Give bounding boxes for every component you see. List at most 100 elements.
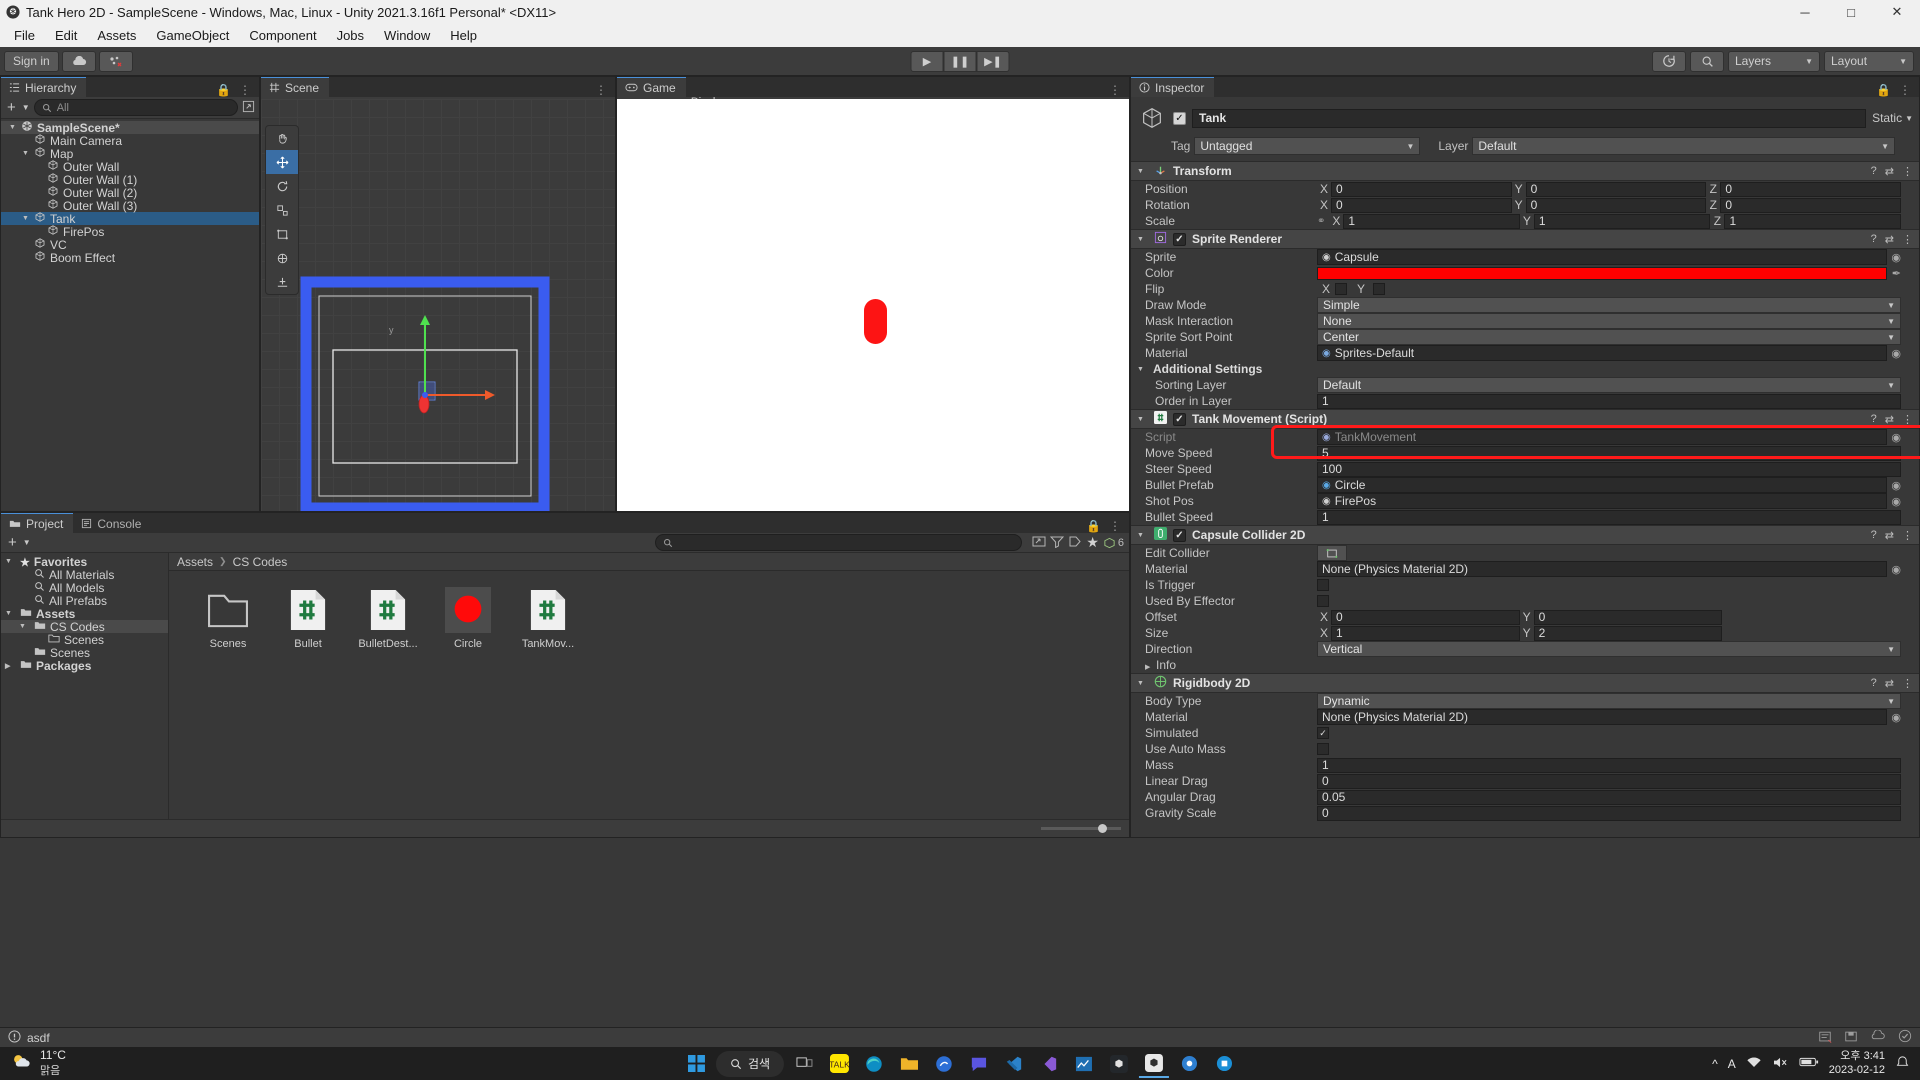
object-field[interactable]: ◉ FirePos	[1317, 493, 1888, 509]
project-tree-item-assets[interactable]: ▼ Assets	[1, 607, 168, 621]
kebab-menu-icon[interactable]: ⋮	[1109, 83, 1121, 97]
component-enabled-checkbox[interactable]: ✓	[1173, 412, 1186, 426]
create-asset-button[interactable]: +	[6, 534, 19, 551]
value-field[interactable]: 100	[1317, 461, 1901, 477]
field-x[interactable]: 0	[1331, 181, 1512, 197]
hierarchy-item-tank[interactable]: ▼ Tank	[1, 212, 259, 226]
chevron-up-icon[interactable]: ^	[1712, 1057, 1718, 1071]
cloud-icon[interactable]	[61, 50, 96, 72]
subsection-additional-settings[interactable]: ▼ Additional Settings	[1131, 361, 1919, 377]
unity-hub-icon[interactable]	[1104, 1050, 1134, 1078]
collab-icon[interactable]	[98, 50, 133, 72]
chevron-right-icon[interactable]: ▶	[5, 662, 16, 670]
move-tool-icon[interactable]	[266, 150, 298, 174]
project-tree-item-all-materials[interactable]: ▶ All Materials	[1, 568, 168, 582]
favorite-star-icon[interactable]: ★	[1086, 534, 1099, 551]
gameobject-active-checkbox[interactable]: ✓	[1173, 111, 1186, 125]
check-icon[interactable]	[1898, 1029, 1912, 1046]
kebab-menu-icon[interactable]: ⋮	[1902, 233, 1913, 246]
location-icon[interactable]	[1174, 1050, 1204, 1078]
object-picker-icon[interactable]: ◉	[1891, 563, 1901, 576]
layer-dropdown[interactable]: Default ▼	[1472, 137, 1895, 155]
vs-icon[interactable]	[1034, 1050, 1064, 1078]
chevron-down-icon[interactable]: ▼	[1137, 366, 1148, 373]
chevron-right-icon[interactable]: ▶	[35, 202, 46, 210]
dropdown-field[interactable]: Dynamic ▼	[1317, 693, 1901, 709]
field-x[interactable]: 1	[1331, 625, 1520, 641]
kebab-menu-icon[interactable]: ⋮	[595, 83, 607, 97]
chevron-right-icon[interactable]: ▶	[35, 228, 46, 236]
scene-viewport[interactable]: y	[261, 99, 615, 511]
close-button[interactable]: ✕	[1874, 0, 1920, 24]
vscode-icon[interactable]	[999, 1050, 1029, 1078]
play-button[interactable]: ▶	[910, 50, 944, 72]
hierarchy-item-outer-wall[interactable]: ▶ Outer Wall	[1, 160, 259, 174]
layers-dropdown[interactable]: Layers ▼	[1728, 50, 1820, 72]
chevron-down-icon[interactable]: ▼	[1137, 168, 1148, 175]
help-icon[interactable]: ?	[1871, 165, 1877, 178]
dropdown-field[interactable]: None ▼	[1317, 313, 1901, 329]
sign-in-button[interactable]: Sign in	[4, 50, 59, 72]
wifi-icon[interactable]	[1746, 1056, 1762, 1072]
project-tree-item-favorites[interactable]: ▼ ★ Favorites	[1, 555, 168, 569]
component-header-tank-movement-script[interactable]: ▼ ✓ Tank Movement (Script)? ⇄ ⋮	[1131, 409, 1919, 429]
preset-icon[interactable]: ⇄	[1885, 677, 1894, 690]
chevron-down-icon[interactable]: ▼	[5, 610, 16, 617]
lock-icon[interactable]: 🔒	[216, 83, 231, 97]
hierarchy-item-boom-effect[interactable]: ▶ Boom Effect	[1, 251, 259, 265]
value-field[interactable]: 0	[1317, 805, 1901, 821]
explorer-icon[interactable]	[929, 1050, 959, 1078]
gameobject-name-field[interactable]: Tank	[1192, 108, 1867, 128]
store-icon[interactable]	[1209, 1050, 1239, 1078]
field-x[interactable]: 1	[1343, 213, 1520, 229]
search-scope-icon[interactable]	[1032, 535, 1046, 551]
component-header-capsule-collider-2d[interactable]: ▼ ✓ Capsule Collider 2D? ⇄ ⋮	[1131, 525, 1919, 545]
chevron-down-icon[interactable]: ▼	[1137, 680, 1148, 687]
menu-item-edit[interactable]: Edit	[45, 26, 87, 45]
color-swatch[interactable]	[1317, 266, 1887, 280]
project-tree-item-packages[interactable]: ▶ Packages	[1, 659, 168, 673]
maximize-button[interactable]: □	[1828, 0, 1874, 24]
field-y[interactable]: 2	[1533, 625, 1723, 641]
value-field[interactable]: 1	[1317, 757, 1901, 773]
hierarchy-item-outer-wall-2[interactable]: ▶ Outer Wall (2)	[1, 186, 259, 200]
search-icon[interactable]	[1690, 50, 1724, 72]
chevron-right-icon[interactable]: ▶	[22, 254, 33, 262]
chevron-right-icon[interactable]: ▶	[1145, 663, 1156, 671]
help-icon[interactable]: ?	[1871, 677, 1877, 690]
component-enabled-checkbox[interactable]: ✓	[1173, 528, 1186, 542]
ime-icon[interactable]: A	[1728, 1057, 1736, 1071]
object-field[interactable]: ◉ TankMovement	[1317, 429, 1888, 445]
project-tree-item-all-models[interactable]: ▶ All Models	[1, 581, 168, 595]
step-button[interactable]: ▶❚	[976, 50, 1010, 72]
component-header-rigidbody-2d[interactable]: ▼ Rigidbody 2D? ⇄ ⋮	[1131, 673, 1919, 693]
filter-label-icon[interactable]	[1068, 535, 1082, 551]
flip-y-checkbox[interactable]	[1373, 283, 1385, 295]
menu-item-assets[interactable]: Assets	[87, 26, 146, 45]
preset-icon[interactable]: ⇄	[1885, 529, 1894, 542]
dropdown-field[interactable]: Default ▼	[1317, 377, 1901, 393]
object-field[interactable]: ◉ Sprites-Default	[1317, 345, 1888, 361]
kebab-menu-icon[interactable]: ⋮	[239, 83, 251, 97]
asset-item[interactable]: Scenes	[197, 587, 259, 650]
chevron-right-icon[interactable]: ▶	[19, 571, 30, 579]
tab-project[interactable]: Project	[1, 513, 74, 533]
chevron-right-icon[interactable]: ▶	[22, 241, 33, 249]
object-picker-icon[interactable]: ◉	[1891, 495, 1901, 508]
value-field[interactable]: 5	[1317, 445, 1901, 461]
kebab-menu-icon[interactable]: ⋮	[1109, 519, 1121, 533]
chevron-down-icon[interactable]: ▼	[22, 150, 33, 157]
breadcrumb-assets[interactable]: Assets	[177, 555, 213, 569]
object-field[interactable]: None (Physics Material 2D)	[1317, 709, 1888, 725]
help-icon[interactable]: ?	[1871, 413, 1877, 426]
layout-dropdown[interactable]: Layout ▼	[1824, 50, 1914, 72]
field-x[interactable]: 0	[1331, 197, 1512, 213]
chevron-right-icon[interactable]: ▶	[33, 636, 44, 644]
tab-console[interactable]: Console	[73, 513, 152, 533]
preset-icon[interactable]: ⇄	[1885, 165, 1894, 178]
volume-icon[interactable]	[1772, 1056, 1789, 1072]
object-picker-icon[interactable]: ◉	[1891, 431, 1901, 444]
edge-icon[interactable]	[859, 1050, 889, 1078]
asset-item[interactable]: Bullet	[277, 587, 339, 650]
chevron-right-icon[interactable]: ▶	[22, 137, 33, 145]
